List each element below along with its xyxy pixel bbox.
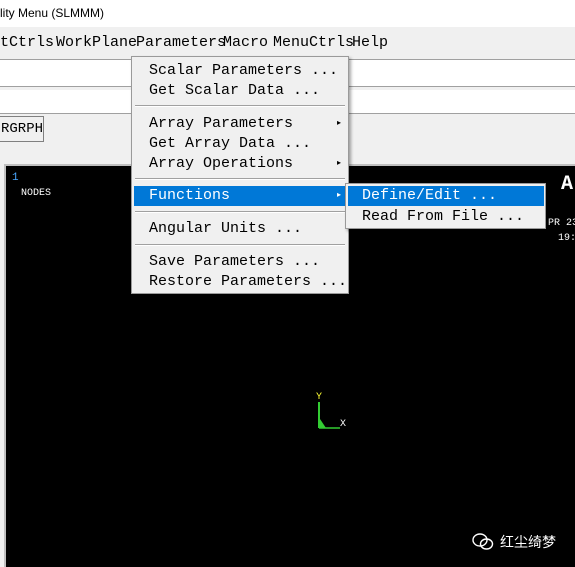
menu-item-get-scalar-data[interactable]: Get Scalar Data ...: [134, 81, 346, 101]
menu-item-functions[interactable]: Functions ▸: [134, 186, 346, 206]
axis-x-label: X: [340, 419, 346, 430]
menu-item-label: Read From File ...: [362, 208, 525, 225]
watermark-text: 红尘绮梦: [500, 535, 556, 551]
menu-separator: [135, 211, 345, 213]
menu-separator: [135, 244, 345, 246]
menu-item-label: Get Scalar Data ...: [149, 82, 321, 99]
menu-item-scalar-parameters[interactable]: Scalar Parameters ...: [134, 61, 346, 81]
menu-item-angular-units[interactable]: Angular Units ...: [134, 219, 346, 239]
menu-item-save-parameters[interactable]: Save Parameters ...: [134, 252, 346, 272]
menu-item-label: Angular Units ...: [149, 220, 303, 237]
plot-label: NODES: [21, 188, 52, 199]
axis-triad: Y X: [316, 392, 346, 430]
menu-item-label: Restore Parameters ...: [149, 273, 348, 290]
menu-item-read-from-file[interactable]: Read From File ...: [348, 207, 544, 227]
logo-letter: A: [561, 173, 574, 196]
menu-item-label: Get Array Data ...: [149, 135, 312, 152]
functions-submenu: Define/Edit ... Read From File ...: [345, 183, 546, 229]
menu-menuctrls[interactable]: MenuCtrls: [273, 34, 354, 51]
menu-workplane[interactable]: WorkPlane: [56, 34, 137, 51]
submenu-arrow-icon: ▸: [336, 159, 341, 168]
submenu-arrow-icon: ▸: [336, 191, 341, 200]
window-title: lity Menu (SLMMM): [0, 6, 105, 20]
axis-y-label: Y: [316, 392, 322, 403]
menu-item-array-operations[interactable]: Array Operations ▸: [134, 154, 346, 174]
menu-bar: tCtrls WorkPlane Parameters Macro MenuCt…: [0, 27, 575, 56]
menu-macro[interactable]: Macro: [223, 34, 268, 51]
menu-ctrls-partial[interactable]: tCtrls: [0, 34, 54, 51]
menu-item-define-edit[interactable]: Define/Edit ...: [348, 186, 544, 206]
menu-item-label: Define/Edit ...: [362, 187, 498, 204]
watermark: 红尘绮梦: [472, 532, 556, 552]
menu-separator: [135, 105, 345, 107]
window-number: 1: [12, 172, 19, 184]
menu-item-label: Array Parameters: [149, 115, 294, 132]
menu-item-label: Array Operations: [149, 155, 294, 172]
menu-item-label: Functions: [149, 187, 231, 204]
date-text: PR 23: [548, 218, 575, 229]
menu-item-label: Save Parameters ...: [149, 253, 321, 270]
menu-item-get-array-data[interactable]: Get Array Data ...: [134, 134, 346, 154]
menu-parameters[interactable]: Parameters: [136, 34, 226, 51]
title-bar: lity Menu (SLMMM): [0, 0, 575, 27]
time-text: 19:: [558, 233, 575, 244]
menu-item-array-parameters[interactable]: Array Parameters ▸: [134, 114, 346, 134]
wechat-icon: [472, 533, 494, 550]
parameters-menu: Scalar Parameters ... Get Scalar Data ..…: [131, 56, 349, 294]
toolbar-button-rgrph[interactable]: RGRPH: [0, 116, 44, 142]
menu-help[interactable]: Help: [352, 34, 388, 51]
submenu-arrow-icon: ▸: [336, 119, 341, 128]
menu-item-restore-parameters[interactable]: Restore Parameters ...: [134, 272, 348, 292]
menu-item-label: Scalar Parameters ...: [149, 62, 339, 79]
menu-separator: [135, 178, 345, 180]
